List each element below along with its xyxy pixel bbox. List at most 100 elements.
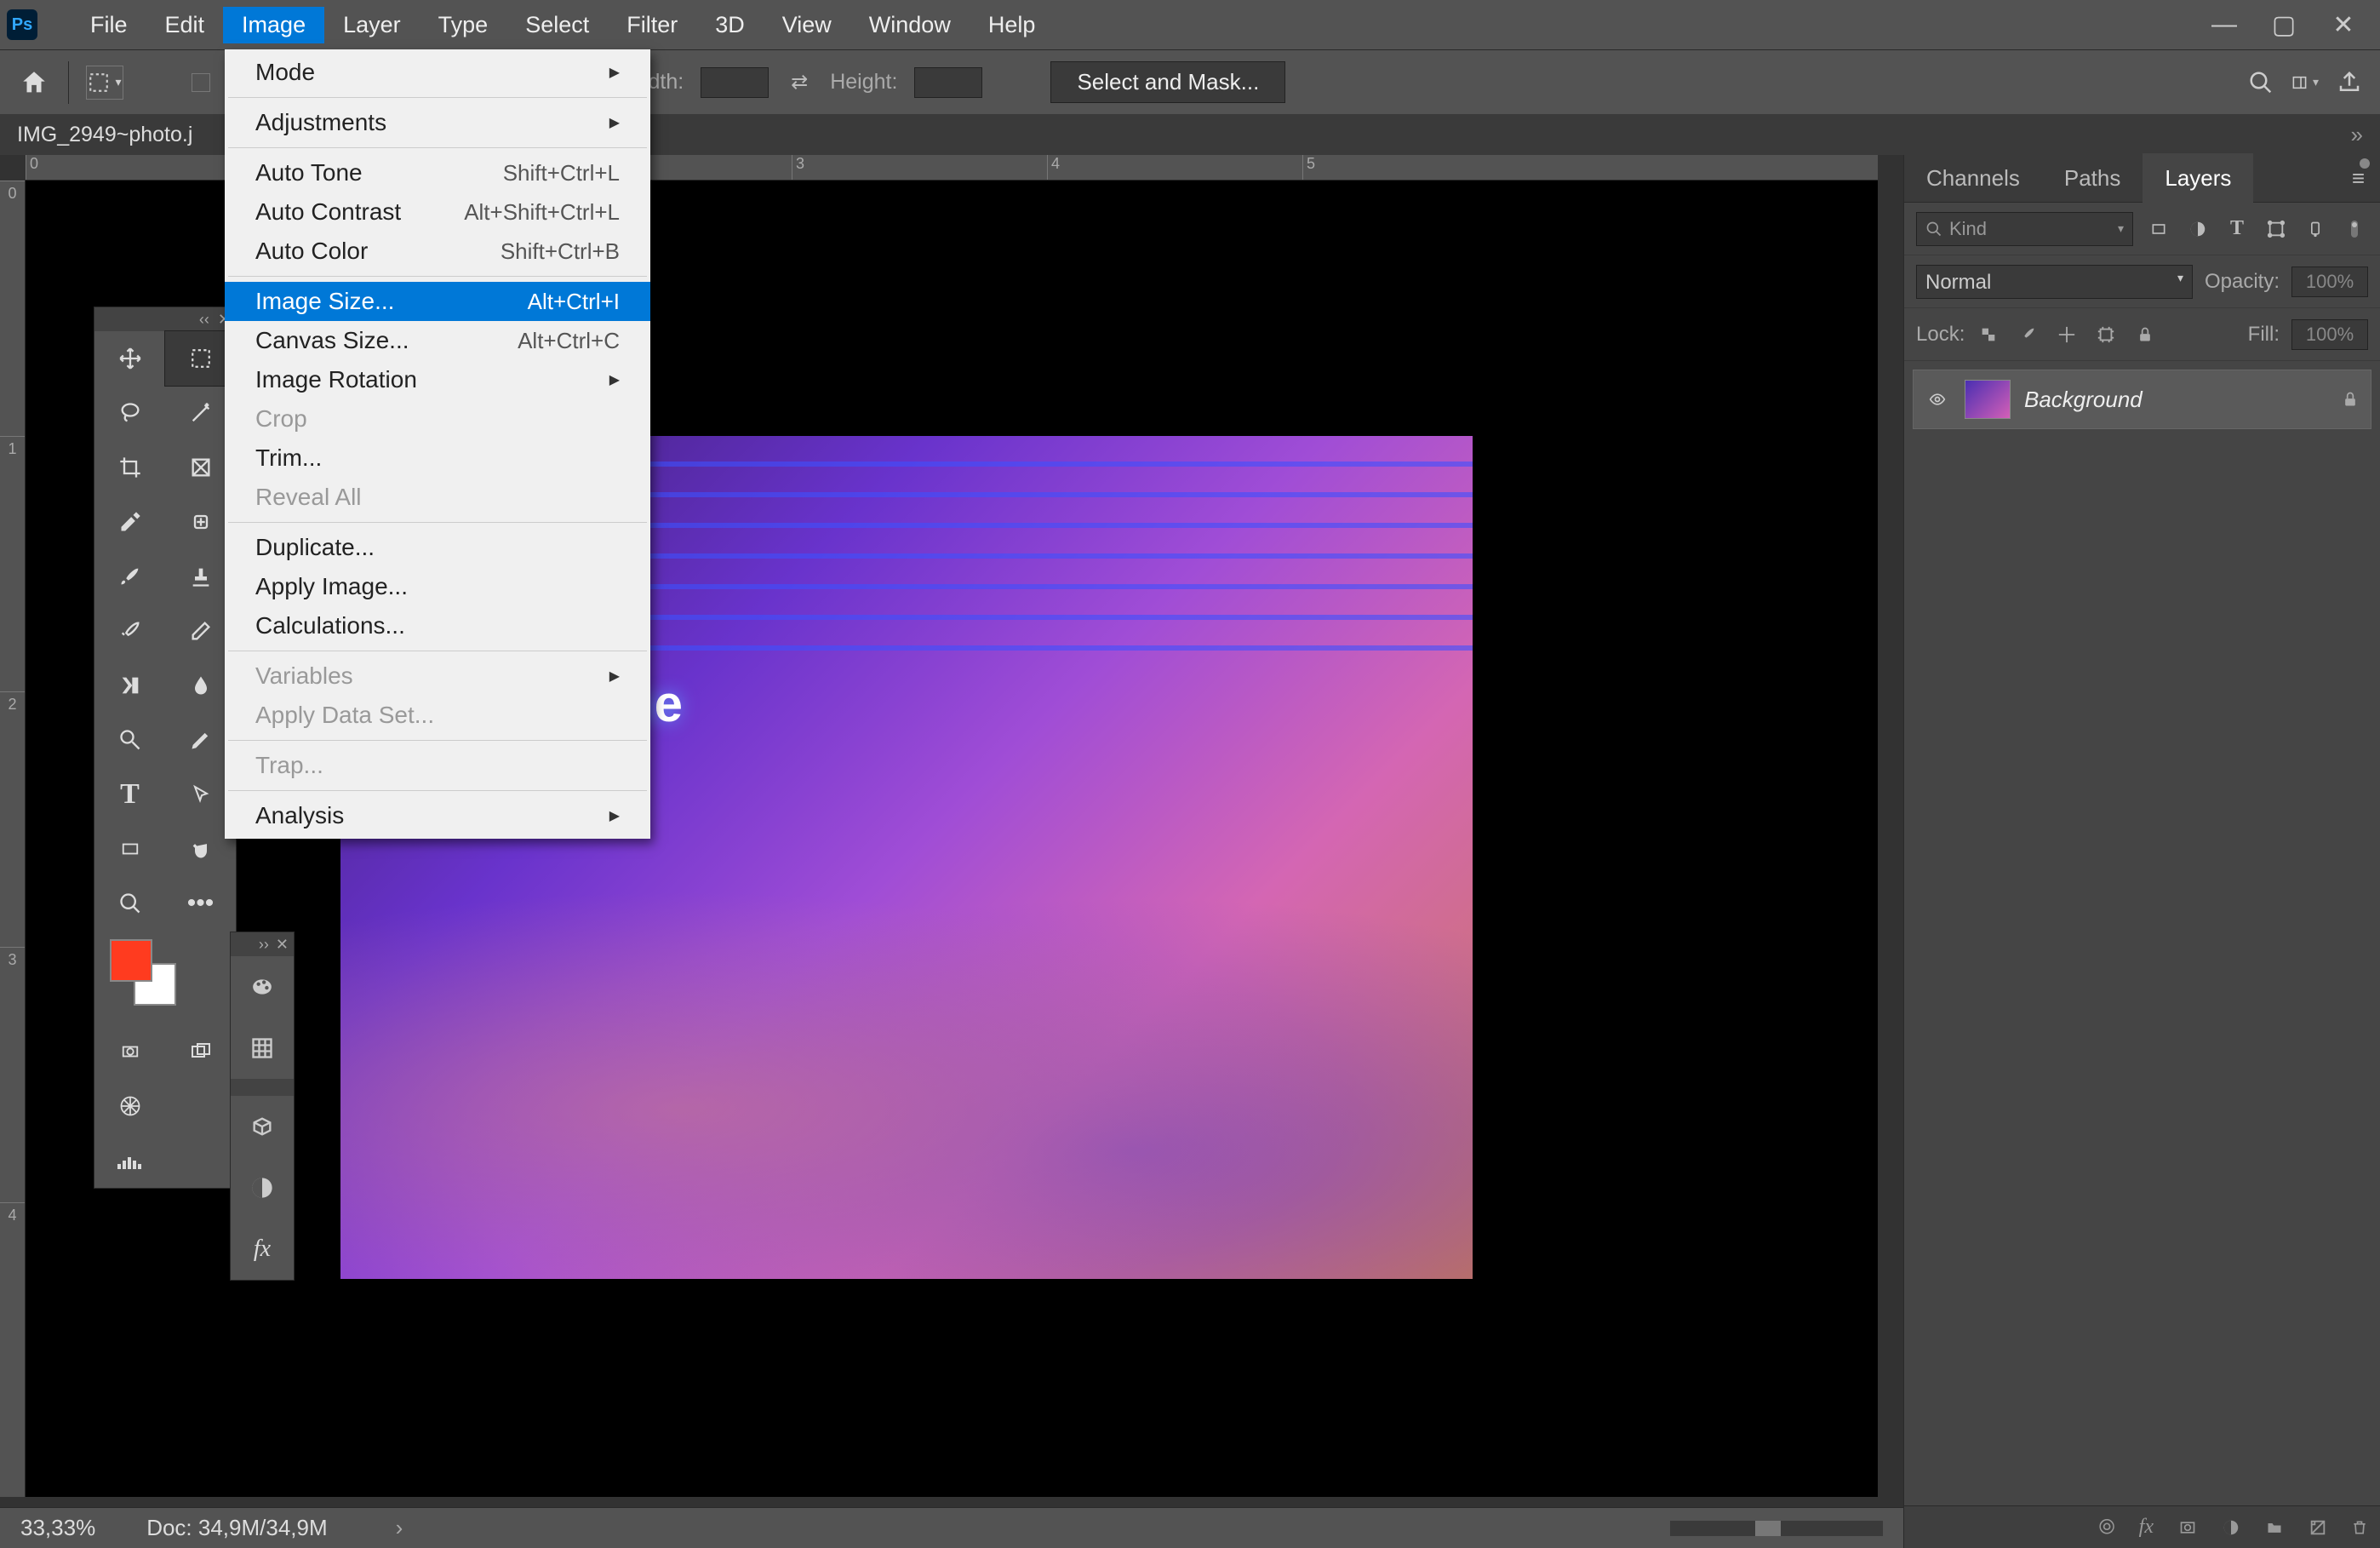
rectangle-tool[interactable] [94, 822, 165, 876]
mini-panel-header[interactable]: ››✕ [231, 932, 294, 956]
extra-tool-4[interactable] [165, 1133, 236, 1188]
antialias-checkbox[interactable] [192, 73, 210, 92]
brush-tool[interactable] [94, 549, 165, 604]
menu-layer[interactable]: Layer [324, 7, 420, 43]
lock-all-icon[interactable] [2133, 323, 2157, 347]
swap-dimensions-icon[interactable]: ⇄ [786, 69, 813, 96]
layer-filter-kind[interactable]: Kind ▾ [1916, 212, 2133, 246]
menu-item-calculations[interactable]: Calculations... [225, 606, 650, 645]
libraries-panel-icon[interactable] [231, 1096, 294, 1157]
color-panel-icon[interactable] [231, 956, 294, 1018]
tab-layers[interactable]: Layers [2143, 153, 2253, 204]
share-icon[interactable] [2336, 69, 2363, 96]
menu-item-auto-contrast[interactable]: Auto ContrastAlt+Shift+Ctrl+L [225, 192, 650, 232]
filter-pixel-icon[interactable] [2145, 215, 2172, 243]
layer-item-background[interactable]: Background [1913, 370, 2371, 429]
styles-panel-icon[interactable]: fx [231, 1218, 294, 1280]
blend-mode-select[interactable]: Normal▾ [1916, 265, 2193, 299]
panel-header[interactable]: ‹‹✕ [94, 307, 236, 331]
tab-channels[interactable]: Channels [1904, 153, 2042, 204]
menu-window[interactable]: Window [850, 7, 970, 43]
menu-type[interactable]: Type [420, 7, 507, 43]
height-input[interactable] [914, 67, 982, 98]
layer-lock-icon[interactable] [2342, 389, 2359, 410]
adjustments-panel-icon[interactable] [231, 1157, 294, 1218]
layer-style-icon[interactable]: fx [2139, 1516, 2154, 1539]
dodge-tool[interactable] [94, 713, 165, 767]
layer-mask-icon[interactable] [2177, 1519, 2198, 1536]
width-input[interactable] [701, 67, 769, 98]
foreground-color-swatch[interactable] [110, 939, 152, 982]
menu-edit[interactable]: Edit [146, 7, 224, 43]
marquee-tool-preset[interactable]: ▾ [86, 66, 123, 100]
menu-item-auto-tone[interactable]: Auto ToneShift+Ctrl+L [225, 153, 650, 192]
lock-transparency-icon[interactable] [1977, 323, 2000, 347]
menu-item-duplicate[interactable]: Duplicate... [225, 528, 650, 567]
horizontal-scrollbar[interactable] [1670, 1521, 1883, 1536]
move-tool[interactable] [94, 331, 165, 386]
type-tool[interactable]: T [94, 767, 165, 822]
expand-tabs-icon[interactable]: » [2351, 122, 2380, 148]
lock-position-icon[interactable] [2055, 323, 2079, 347]
filter-toggle[interactable] [2341, 215, 2368, 243]
fill-value[interactable]: 100% [2291, 319, 2368, 350]
search-icon[interactable] [2247, 69, 2274, 96]
group-icon[interactable] [2264, 1519, 2285, 1536]
lasso-tool[interactable] [94, 386, 165, 440]
menu-item-trim[interactable]: Trim... [225, 439, 650, 478]
status-arrow-icon[interactable]: › [396, 1515, 403, 1541]
zoom-tool[interactable] [94, 876, 165, 931]
maximize-button[interactable]: ▢ [2271, 12, 2297, 37]
swatches-panel-icon[interactable] [231, 1018, 294, 1079]
menu-3d[interactable]: 3D [696, 7, 764, 43]
edit-toolbar[interactable]: ••• [165, 876, 236, 931]
menu-item-variables: Variables [225, 656, 650, 696]
filter-shape-icon[interactable] [2263, 215, 2290, 243]
lock-pixels-icon[interactable] [2016, 323, 2040, 347]
menu-item-mode[interactable]: Mode [225, 53, 650, 92]
adjustment-layer-icon[interactable] [2222, 1518, 2240, 1537]
extra-tool-3[interactable] [94, 1133, 165, 1188]
opacity-value[interactable]: 100% [2291, 267, 2368, 297]
menu-help[interactable]: Help [970, 7, 1055, 43]
menu-view[interactable]: View [764, 7, 850, 43]
menu-file[interactable]: File [72, 7, 146, 43]
menu-item-auto-color[interactable]: Auto ColorShift+Ctrl+B [225, 232, 650, 271]
document-tab[interactable]: IMG_2949~photo.j [17, 123, 192, 147]
menu-image[interactable]: Image [223, 7, 324, 43]
history-brush-tool[interactable] [94, 604, 165, 658]
screen-mode-tool[interactable] [165, 1024, 236, 1079]
crop-tool[interactable] [94, 440, 165, 495]
minimize-button[interactable]: — [2211, 12, 2237, 37]
tab-paths[interactable]: Paths [2042, 153, 2143, 204]
panel-menu-icon[interactable]: ≡ [2337, 165, 2380, 192]
workspace-switcher-icon[interactable]: ▾ [2291, 69, 2319, 96]
visibility-icon[interactable] [1925, 391, 1951, 408]
close-button[interactable]: ✕ [2331, 12, 2356, 37]
link-layers-icon[interactable]: ⦾ [2098, 1516, 2114, 1539]
filter-adjustment-icon[interactable] [2184, 215, 2211, 243]
menu-filter[interactable]: Filter [608, 7, 696, 43]
menu-item-apply-image[interactable]: Apply Image... [225, 567, 650, 606]
lock-artboard-icon[interactable] [2094, 323, 2118, 347]
quick-mask-tool[interactable] [94, 1024, 165, 1079]
eyedropper-tool[interactable] [94, 495, 165, 549]
color-swatches[interactable] [94, 931, 236, 1024]
menu-select[interactable]: Select [506, 7, 608, 43]
filter-type-icon[interactable]: T [2223, 215, 2251, 243]
delete-layer-icon[interactable] [2351, 1517, 2368, 1538]
zoom-level[interactable]: 33,33% [20, 1515, 95, 1541]
filter-smart-icon[interactable] [2302, 215, 2329, 243]
menu-item-analysis[interactable]: Analysis [225, 796, 650, 835]
select-and-mask-button[interactable]: Select and Mask... [1050, 61, 1285, 103]
menu-item-canvas-size[interactable]: Canvas Size...Alt+Ctrl+C [225, 321, 650, 360]
menu-item-image-rotation[interactable]: Image Rotation [225, 360, 650, 399]
menu-item-adjustments[interactable]: Adjustments [225, 103, 650, 142]
new-layer-icon[interactable] [2308, 1518, 2327, 1537]
home-icon[interactable] [17, 66, 51, 100]
doc-size[interactable]: Doc: 34,9M/34,9M [146, 1515, 327, 1541]
menu-item-image-size[interactable]: Image Size...Alt+Ctrl+I [225, 282, 650, 321]
extra-tool-1[interactable] [94, 1079, 165, 1133]
gradient-tool[interactable] [94, 658, 165, 713]
extra-tool-2[interactable] [165, 1079, 236, 1133]
